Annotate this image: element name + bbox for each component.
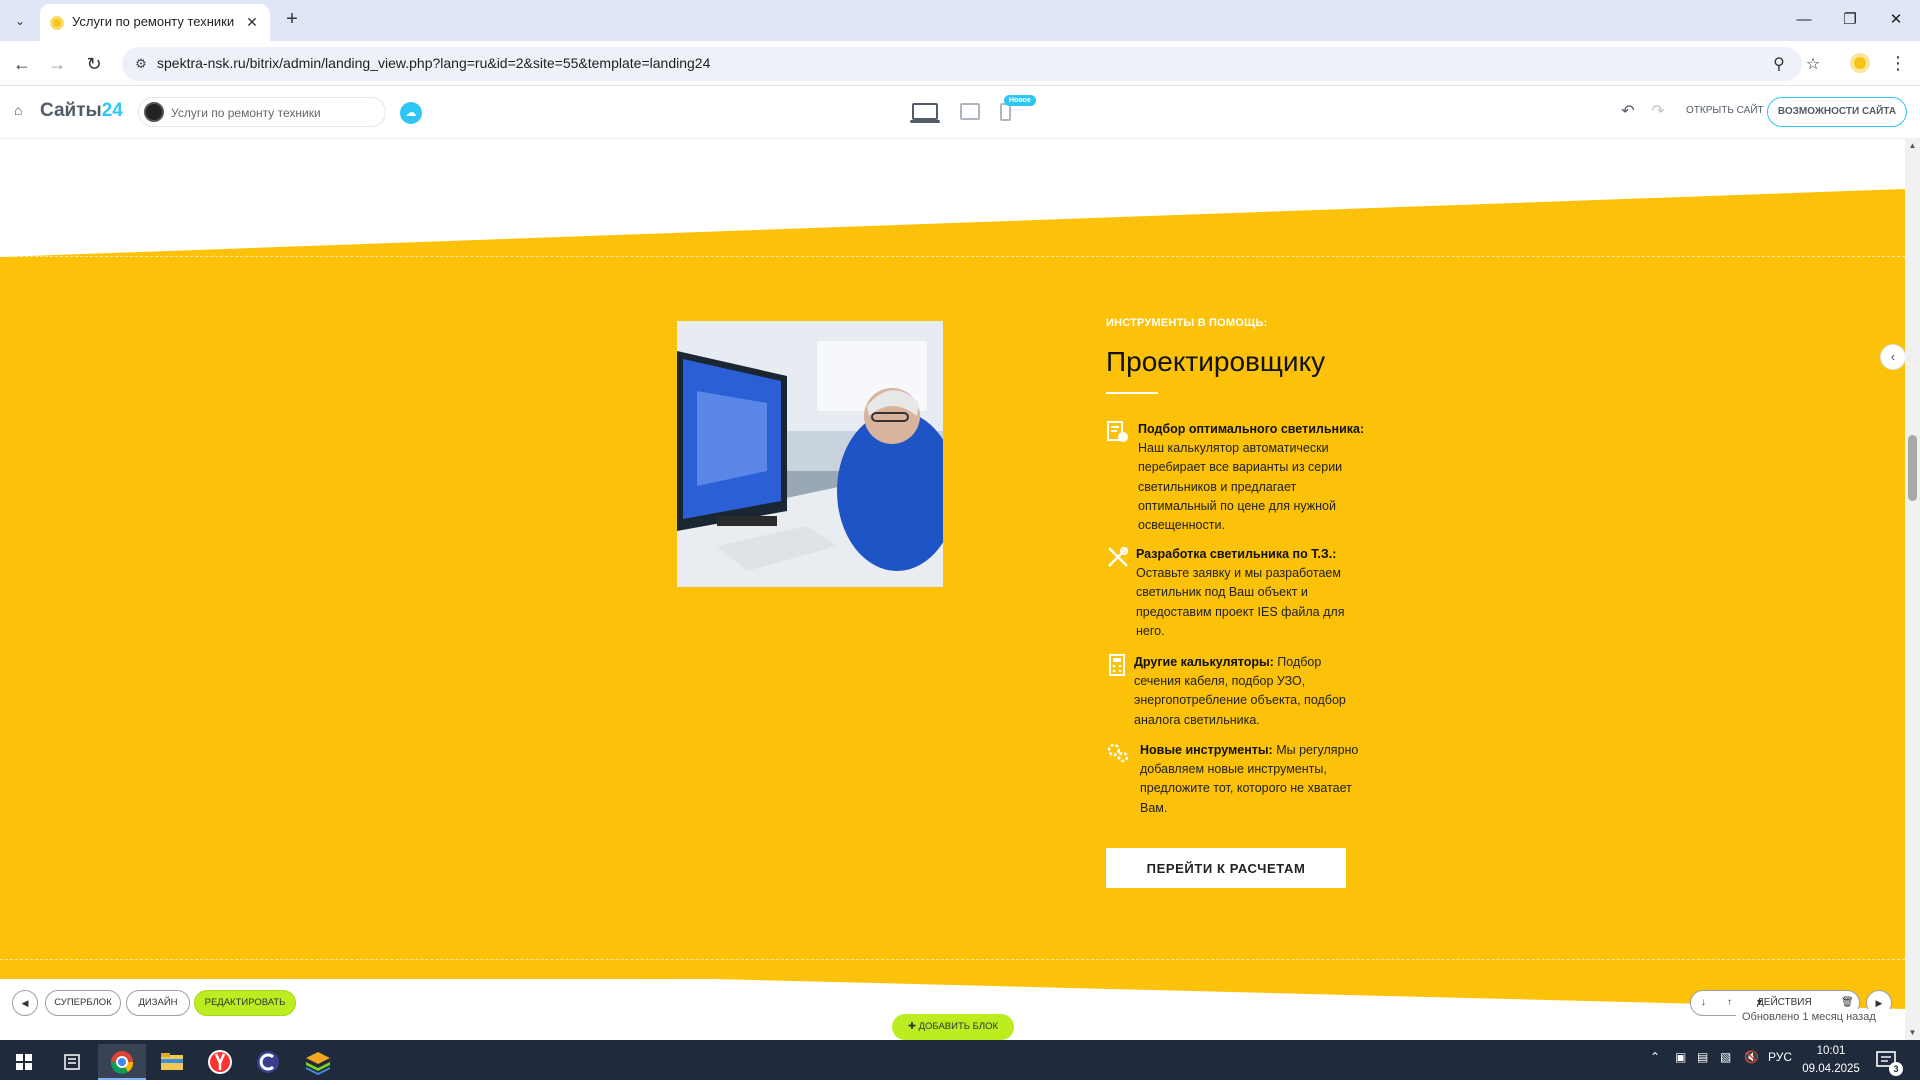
tablet-view-icon[interactable] — [960, 103, 980, 120]
file-explorer-icon[interactable] — [148, 1044, 196, 1080]
landing-canvas: ИНСТРУМЕНТЫ В ПОМОЩЬ: Проектировщику Под… — [0, 139, 1905, 1040]
section-subtitle: ИНСТРУМЕНТЫ В ПОМОЩЬ: — [1106, 317, 1268, 329]
feature-item-2: Разработка светильника по Т.З.: Оставьте… — [1106, 545, 1376, 641]
move-down-icon[interactable]: ↓ — [1701, 991, 1706, 1015]
undo-icon[interactable]: ↶ — [1618, 101, 1638, 123]
feature-item-1: Подбор оптимального светильника: Наш кал… — [1106, 420, 1376, 535]
bitrix-top-panel: ⌂ Сайты24 Услуги по ремонту техники ☁ Но… — [0, 86, 1920, 139]
crm-app-icon[interactable] — [244, 1044, 292, 1080]
tab-close-icon[interactable]: ✕ — [242, 12, 262, 32]
language-indicator[interactable]: РУС — [1768, 1050, 1792, 1064]
clock-time: 10:01 — [1816, 1045, 1846, 1057]
extension-icon[interactable] — [1850, 53, 1870, 73]
feature-item-3: Другие калькуляторы: Подбор сечения кабе… — [1106, 653, 1376, 730]
browser-address-bar: ← → ↻ ⚙ spektra-nsk.ru/bitrix/admin/land… — [0, 41, 1920, 86]
move-up-icon[interactable]: ↑ — [1727, 991, 1732, 1015]
clock-date: 09.04.2025 — [1802, 1063, 1860, 1075]
url-text[interactable]: spektra-nsk.ru/bitrix/admin/landing_view… — [157, 55, 710, 71]
engineer-photo[interactable] — [677, 321, 943, 587]
reload-icon[interactable]: ↻ — [80, 50, 108, 78]
cloud-icon[interactable]: ☁ — [400, 102, 422, 124]
bitrix-logo[interactable]: Сайты24 — [40, 100, 123, 122]
calculator-icon — [1109, 654, 1125, 676]
network-icon[interactable]: ▧ — [1720, 1050, 1731, 1064]
new-badge: Новое — [1004, 95, 1036, 106]
tray-device-icon[interactable]: ▣ — [1675, 1050, 1686, 1064]
window-close-icon[interactable]: ✕ — [1876, 8, 1916, 32]
site-selector[interactable]: Услуги по ремонту техники — [138, 97, 386, 127]
add-block-label: ДОБАВИТЬ БЛОК — [918, 1021, 999, 1032]
add-block-button[interactable]: ✚ ДОБАВИТЬ БЛОК — [892, 1014, 1014, 1040]
add-block-plus-icon: ✚ — [907, 1021, 919, 1032]
feature-1-title: Подбор оптимального светильника: — [1138, 422, 1365, 436]
scroll-thumb[interactable] — [1908, 435, 1917, 501]
minimize-icon[interactable]: — — [1784, 8, 1824, 32]
block-collapse-button[interactable]: ◀ — [12, 990, 38, 1016]
omnibox[interactable]: ⚙ spektra-nsk.ru/bitrix/admin/landing_vi… — [122, 47, 1820, 81]
site-features-button[interactable]: ВОЗМОЖНОСТИ САЙТА — [1767, 97, 1907, 127]
go-to-calculations-button[interactable]: ПЕРЕЙТИ К РАСЧЕТАМ — [1106, 848, 1346, 888]
scroll-down-arrow-icon[interactable]: ▼ — [1905, 1026, 1920, 1040]
tray-display-icon[interactable]: ▤ — [1697, 1050, 1708, 1064]
heading-underline — [1106, 392, 1158, 394]
site-avatar — [144, 102, 164, 122]
gears-icon — [1107, 743, 1129, 763]
feature-2-title: Разработка светильника по Т.З.: — [1136, 547, 1337, 561]
start-button[interactable] — [0, 1044, 48, 1080]
edit-button[interactable]: РЕДАКТИРОВАТЬ — [194, 990, 296, 1016]
section-heading: Проектировщику — [1106, 346, 1326, 377]
side-panel-toggle-icon[interactable]: ‹ — [1880, 344, 1905, 370]
site-info-icon[interactable]: ⚙ — [132, 55, 150, 73]
logo-text: Сайты — [40, 100, 102, 121]
yellow-top-shape — [0, 189, 1905, 979]
back-arrow-icon[interactable]: ← — [8, 50, 36, 78]
section-background — [0, 189, 1905, 1009]
browser-tab-active[interactable]: Услуги по ремонту техники ✕ — [40, 4, 270, 41]
feature-4-title: Новые инструменты: — [1140, 743, 1273, 757]
bookmark-star-icon[interactable]: ☆ — [1802, 54, 1824, 76]
tab-search-button[interactable]: ⌄ — [8, 9, 32, 33]
new-tab-button[interactable]: + — [278, 8, 306, 32]
site-favicon-icon — [50, 16, 64, 30]
volume-muted-icon[interactable]: 🔇 — [1744, 1050, 1759, 1064]
tray-expand-icon[interactable]: ⌃ — [1650, 1050, 1660, 1064]
windows-taskbar: ⌃ ▣ ▤ ▧ 🔇 РУС 10:01 09.04.2025 3 — [0, 1040, 1920, 1080]
home-icon[interactable]: ⌂ — [14, 102, 30, 118]
block-guide-top — [0, 256, 1905, 257]
updated-status: Обновлено 1 месяц назад — [1736, 1009, 1896, 1025]
feature-3-title: Другие калькуляторы: — [1134, 655, 1274, 669]
feature-1-text: Наш калькулятор автоматически перебирает… — [1138, 441, 1343, 533]
logo-number: 24 — [101, 100, 123, 121]
scroll-up-arrow-icon[interactable]: ▲ — [1905, 139, 1920, 153]
layers-app-icon[interactable] — [294, 1044, 342, 1080]
yandex-browser-icon[interactable] — [196, 1044, 244, 1080]
feature-2-text: Оставьте заявку и мы разработаем светиль… — [1136, 566, 1345, 638]
document-check-icon — [1107, 421, 1128, 442]
feature-item-4: Новые инструменты: Мы регулярно добавляе… — [1106, 741, 1376, 818]
task-view-icon[interactable] — [48, 1044, 96, 1080]
block-guide-bottom — [0, 959, 1905, 960]
restore-icon[interactable]: ❐ — [1830, 8, 1870, 32]
redo-icon[interactable]: ↷ — [1648, 101, 1668, 123]
page-scrollbar[interactable]: ▲ ▼ — [1905, 139, 1920, 1040]
notifications-count: 3 — [1889, 1062, 1903, 1076]
zoom-icon[interactable]: ⚲ — [1768, 54, 1790, 76]
site-selector-name: Услуги по ремонту техники — [171, 106, 321, 120]
design-button[interactable]: ДИЗАЙН — [126, 990, 190, 1016]
desktop-view-base — [910, 120, 940, 123]
forward-arrow-icon[interactable]: → — [43, 50, 71, 78]
browser-tab-bar: ⌄ Услуги по ремонту техники ✕ + — ❐ ✕ — [0, 0, 1920, 41]
chrome-taskbar-icon[interactable] — [98, 1044, 146, 1080]
superblock-button[interactable]: СУПЕРБЛОК — [45, 990, 121, 1016]
open-site-link[interactable]: ОТКРЫТЬ САЙТ — [1686, 105, 1764, 116]
browser-menu-icon[interactable]: ⋮ — [1888, 51, 1908, 75]
drafting-tools-icon — [1108, 547, 1128, 567]
taskbar-clock[interactable]: 10:01 09.04.2025 — [1796, 1042, 1866, 1078]
tab-title: Услуги по ремонту техники — [72, 14, 235, 29]
desktop-view-icon[interactable] — [912, 103, 938, 120]
